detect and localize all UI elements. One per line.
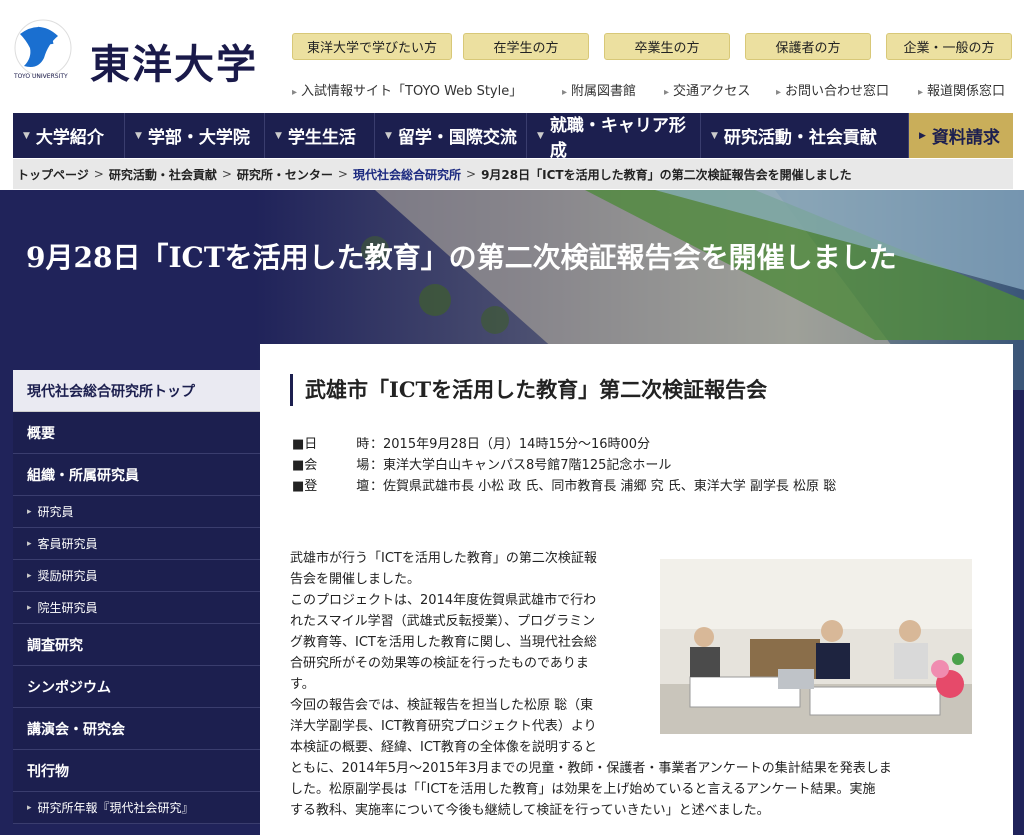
audience-parents-button[interactable]: 保護者の方 [745,33,871,60]
arrow-right-icon: ▸ [27,570,32,581]
info-row-date: ■日 時：2015年9月28日（月）14時15分～16時00分 [292,437,651,452]
sidebar-item-overview[interactable]: 概要 [13,412,260,454]
caret-down-icon: ▼ [275,130,282,141]
sidebar-item-lectures[interactable]: 講演会・研究会 [13,708,260,750]
arrow-right-icon: ▸ [776,87,782,98]
sidebar-item-surveys[interactable]: 調査研究 [13,624,260,666]
sidebar: 現代社会総合研究所トップ 概要 組織・所属研究員 ▸ 研究員 ▸ 客員研究員 ▸ 奨励… [13,370,260,824]
audience-prospective-button[interactable]: 東洋大学で学びたい方 [292,33,452,60]
caret-down-icon: ▼ [385,130,392,141]
sidebar-item-graduate-researchers[interactable]: ▸ 院生研究員 [13,592,260,624]
breadcrumb-separator: > [466,167,477,181]
sidebar-item-encouragement-researchers[interactable]: ▸ 奨励研究員 [13,560,260,592]
site-logo[interactable]: TOYO UNIVERSITY 東洋大学 [10,14,260,88]
breadcrumb-separator: > [337,167,348,181]
sidebar-item-publications[interactable]: 刊行物 [13,750,260,792]
sidebar-item-researchers[interactable]: ▸ 研究員 [13,496,260,528]
info-row-speakers: ■登 壇：佐賀県武雄市長 小松 政 氏、同市教育長 浦郷 究 氏、東洋大学 副学… [292,479,837,494]
university-emblem-icon: TOYO UNIVERSITY [13,19,72,80]
info-row-venue: ■会 場：東洋大学白山キャンパス8号館7階125記念ホール [292,458,672,473]
audience-students-button[interactable]: 在学生の方 [463,33,589,60]
site-header: TOYO UNIVERSITY 東洋大学 東洋大学で学びたい方 在学生の方 卒業… [0,0,1024,113]
audience-alumni-button[interactable]: 卒業生の方 [604,33,730,60]
sidebar-item-organization[interactable]: 組織・所属研究員 [13,454,260,496]
breadcrumb-research[interactable]: 研究活動・社会貢献 [109,166,217,183]
sublink-access[interactable]: ▸ 交通アクセス [664,80,750,99]
caret-down-icon: ▼ [537,130,544,141]
article-title: 武雄市「ICTを活用した教育」第二次検証報告会 [290,374,767,406]
caret-down-icon: ▼ [135,130,142,141]
article-body: 武雄市が行う「ICTを活用した教育」の第二次検証報 告会を開催しました。 このプ… [290,551,597,755]
audience-corporate-button[interactable]: 企業・一般の方 [886,33,1012,60]
nav-research[interactable]: ▼ 研究活動・社会貢献 [701,113,909,158]
arrow-right-icon: ▸ [27,802,32,813]
arrow-right-icon: ▸ [562,87,568,98]
caret-down-icon: ▼ [23,130,30,141]
arrow-right-icon: ▸ [918,87,924,98]
caret-down-icon: ▼ [711,130,718,141]
sublink-library[interactable]: ▸ 附属図書館 [562,80,636,99]
arrow-right-icon: ▸ [664,87,670,98]
breadcrumb-current: 9月28日「ICTを活用した教育」の第二次検証報告会を開催しました [481,167,852,182]
nav-request-materials[interactable]: ▶ 資料請求 [909,113,1013,158]
svg-text:TOYO UNIVERSITY: TOYO UNIVERSITY [13,73,68,80]
event-info: ■日 時：2015年9月28日（月）14時15分～16時00分 ■会 場：東洋大… [292,434,836,497]
article-body-continued: ともに、2014年5月～2015年3月までの児童・教師・保護者・事業者アンケート… [290,761,892,818]
sublink-press[interactable]: ▸ 報道関係窓口 [918,80,1005,99]
breadcrumb-home[interactable]: トップページ [17,166,89,183]
sidebar-item-symposium[interactable]: シンポジウム [13,666,260,708]
breadcrumb-institute[interactable]: 現代社会総合研究所 [353,166,461,183]
article: 武雄市「ICTを活用した教育」第二次検証報告会 ■日 時：2015年9月28日（… [260,344,1013,835]
sidebar-item-visiting-researchers[interactable]: ▸ 客員研究員 [13,528,260,560]
event-photo [660,559,972,734]
breadcrumb: トップページ > 研究活動・社会貢献 > 研究所・センター > 現代社会総合研究… [13,159,1013,189]
nav-faculties[interactable]: ▼ 学部・大学院 [125,113,265,158]
breadcrumb-separator: > [93,167,104,181]
nav-career[interactable]: ▼ 就職・キャリア形成 [527,113,701,161]
arrow-right-icon: ▸ [27,506,32,517]
sublink-admissions[interactable]: ▸ 入試情報サイト「TOYO Web Style」 [292,80,522,99]
sublink-contact[interactable]: ▸ お問い合わせ窓口 [776,80,889,99]
sidebar-item-institute-top[interactable]: 現代社会総合研究所トップ [13,370,260,412]
main-nav: ▼ 大学紹介 ▼ 学部・大学院 ▼ 学生生活 ▼ 留学・国際交流 ▼ 就職・キャリア形成 … [13,113,1013,161]
nav-about[interactable]: ▼ 大学紹介 [13,113,125,158]
hero-title: 9月28日「ICTを活用した教育」の第二次検証報告会を開催しました [26,241,897,274]
arrow-right-icon: ▸ [27,538,32,549]
arrow-right-icon: ▸ [292,87,298,98]
nav-student-life[interactable]: ▼ 学生生活 [265,113,375,158]
breadcrumb-institutes[interactable]: 研究所・センター [237,166,333,183]
panel-photo-image [660,559,972,734]
sidebar-item-annual-report[interactable]: ▸ 研究所年報『現代社会研究』 [13,792,260,824]
breadcrumb-separator: > [221,167,232,181]
nav-international[interactable]: ▼ 留学・国際交流 [375,113,527,158]
arrow-right-icon: ▸ [27,602,32,613]
caret-right-icon: ▶ [919,130,926,141]
logo-text: 東洋大学 [90,42,258,88]
